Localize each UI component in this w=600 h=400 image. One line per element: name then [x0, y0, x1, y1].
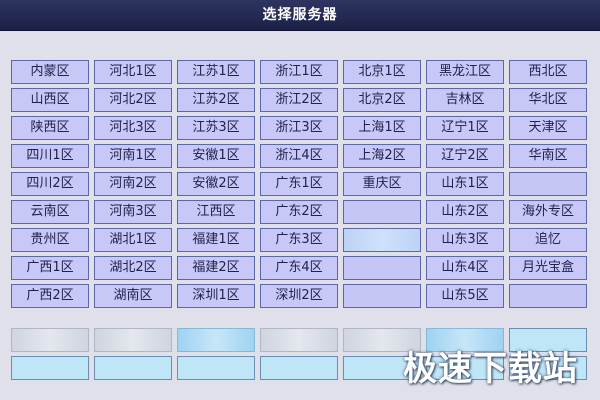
server-cell[interactable]: 广东2区 [260, 200, 338, 224]
server-cell[interactable]: 四川2区 [11, 172, 89, 196]
server-cell[interactable]: 北京2区 [343, 88, 421, 112]
server-cell[interactable]: 云南区 [11, 200, 89, 224]
server-cell[interactable]: 河北3区 [94, 116, 172, 140]
server-grid: 内蒙区 河北1区 江苏1区 浙江1区 北京1区 黑龙江区 西北区 山西区 河北2… [11, 60, 587, 308]
server-cell[interactable]: 广东1区 [260, 172, 338, 196]
server-cell[interactable]: 西北区 [509, 60, 587, 84]
server-cell[interactable]: 浙江4区 [260, 144, 338, 168]
line-button[interactable] [94, 328, 172, 352]
server-cell[interactable]: 浙江2区 [260, 88, 338, 112]
line-button[interactable] [11, 356, 89, 380]
server-cell[interactable]: 广西1区 [11, 256, 89, 280]
server-cell[interactable]: 河北1区 [94, 60, 172, 84]
server-cell[interactable]: 河南3区 [94, 200, 172, 224]
server-cell[interactable]: 山东2区 [426, 200, 504, 224]
server-cell[interactable]: 山东5区 [426, 284, 504, 308]
server-cell[interactable]: 浙江3区 [260, 116, 338, 140]
server-cell[interactable]: 安徽1区 [177, 144, 255, 168]
server-cell[interactable]: 深圳1区 [177, 284, 255, 308]
server-cell[interactable]: 安徽2区 [177, 172, 255, 196]
server-cell[interactable]: 福建1区 [177, 228, 255, 252]
line-button[interactable] [177, 328, 255, 352]
server-cell[interactable]: 山西区 [11, 88, 89, 112]
line-button[interactable] [11, 328, 89, 352]
server-cell[interactable]: 浙江1区 [260, 60, 338, 84]
server-cell[interactable]: 天津区 [509, 116, 587, 140]
server-cell[interactable]: 福建2区 [177, 256, 255, 280]
server-cell[interactable]: 辽宁1区 [426, 116, 504, 140]
server-cell[interactable]: 湖南区 [94, 284, 172, 308]
server-cell[interactable]: 广西2区 [11, 284, 89, 308]
server-cell[interactable]: 内蒙区 [11, 60, 89, 84]
server-cell[interactable]: 河南1区 [94, 144, 172, 168]
watermark-text: 极速下载站 [403, 349, 578, 389]
server-cell[interactable]: 江苏3区 [177, 116, 255, 140]
server-cell[interactable]: 追忆 [509, 228, 587, 252]
server-cell[interactable]: 辽宁2区 [426, 144, 504, 168]
server-cell[interactable]: 上海1区 [343, 116, 421, 140]
server-cell[interactable]: 深圳2区 [260, 284, 338, 308]
line-button[interactable] [260, 328, 338, 352]
line-button[interactable] [177, 356, 255, 380]
server-cell[interactable]: 黑龙江区 [426, 60, 504, 84]
server-cell[interactable]: 贵州区 [11, 228, 89, 252]
empty-server-slot[interactable] [343, 256, 421, 280]
server-cell[interactable]: 陕西区 [11, 116, 89, 140]
server-cell[interactable]: 河南2区 [94, 172, 172, 196]
server-cell[interactable]: 山东3区 [426, 228, 504, 252]
server-cell[interactable]: 月光宝盒 [509, 256, 587, 280]
server-cell[interactable]: 山东4区 [426, 256, 504, 280]
server-cell[interactable]: 北京1区 [343, 60, 421, 84]
server-cell[interactable]: 江苏2区 [177, 88, 255, 112]
server-cell[interactable]: 河北2区 [94, 88, 172, 112]
line-button[interactable] [260, 356, 338, 380]
server-cell[interactable]: 山东1区 [426, 172, 504, 196]
empty-server-slot[interactable] [509, 284, 587, 308]
server-cell[interactable]: 重庆区 [343, 172, 421, 196]
server-cell[interactable]: 广东4区 [260, 256, 338, 280]
server-cell[interactable]: 华南区 [509, 144, 587, 168]
server-cell[interactable]: 广东3区 [260, 228, 338, 252]
empty-server-slot[interactable] [509, 172, 587, 196]
server-cell[interactable]: 吉林区 [426, 88, 504, 112]
window-title: 选择服务器 [0, 0, 600, 31]
empty-server-slot[interactable] [343, 284, 421, 308]
line-button[interactable] [94, 356, 172, 380]
server-cell[interactable]: 湖北1区 [94, 228, 172, 252]
server-cell[interactable]: 江苏1区 [177, 60, 255, 84]
server-cell[interactable]: 上海2区 [343, 144, 421, 168]
server-cell[interactable]: 四川1区 [11, 144, 89, 168]
empty-server-slot[interactable] [343, 200, 421, 224]
server-cell[interactable]: 湖北2区 [94, 256, 172, 280]
server-cell[interactable]: 华北区 [509, 88, 587, 112]
server-cell[interactable]: 江西区 [177, 200, 255, 224]
server-cell[interactable]: 海外专区 [509, 200, 587, 224]
blurred-server-slot[interactable] [343, 228, 421, 252]
